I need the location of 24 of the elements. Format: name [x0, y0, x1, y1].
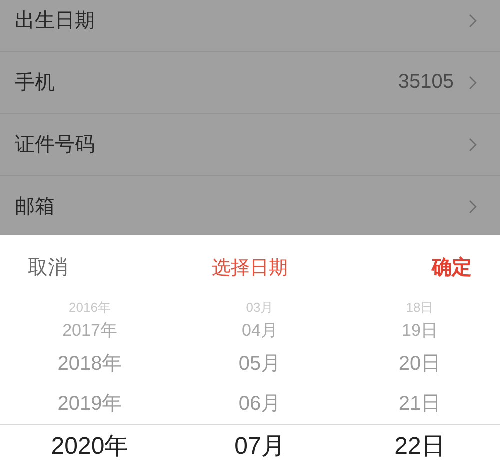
picker-title: 选择日期: [212, 256, 288, 280]
row-label: 邮箱: [15, 193, 55, 220]
cancel-button[interactable]: 取消: [28, 252, 68, 283]
wheel-option[interactable]: 2019年: [58, 390, 122, 416]
chevron-right-icon[interactable]: [468, 12, 478, 28]
wheel-option[interactable]: 20日: [398, 350, 442, 376]
chevron-right-icon[interactable]: [468, 198, 478, 214]
wheel-option[interactable]: 2018年: [58, 350, 122, 376]
chevron-right-icon[interactable]: [468, 74, 478, 90]
chevron-right-icon[interactable]: [468, 136, 478, 152]
wheel-option[interactable]: 21日: [398, 390, 442, 416]
confirm-button[interactable]: 确定: [432, 252, 472, 283]
wheel-option[interactable]: 2017年: [62, 318, 118, 342]
row-label: 证件号码: [15, 131, 95, 158]
wheel-option[interactable]: 19日: [402, 318, 438, 342]
row-label: 手机: [15, 69, 55, 96]
wheel-option[interactable]: 05月: [238, 350, 282, 376]
wheel-option[interactable]: 06月: [238, 390, 282, 416]
wheel-option[interactable]: 22日: [394, 430, 446, 462]
wheel-option[interactable]: 07月: [234, 430, 286, 462]
row-value: 35105: [398, 71, 454, 94]
row-label: 出生日期: [15, 7, 95, 34]
wheel-option[interactable]: 2020年: [51, 430, 129, 462]
wheel-option[interactable]: 04月: [242, 318, 278, 342]
